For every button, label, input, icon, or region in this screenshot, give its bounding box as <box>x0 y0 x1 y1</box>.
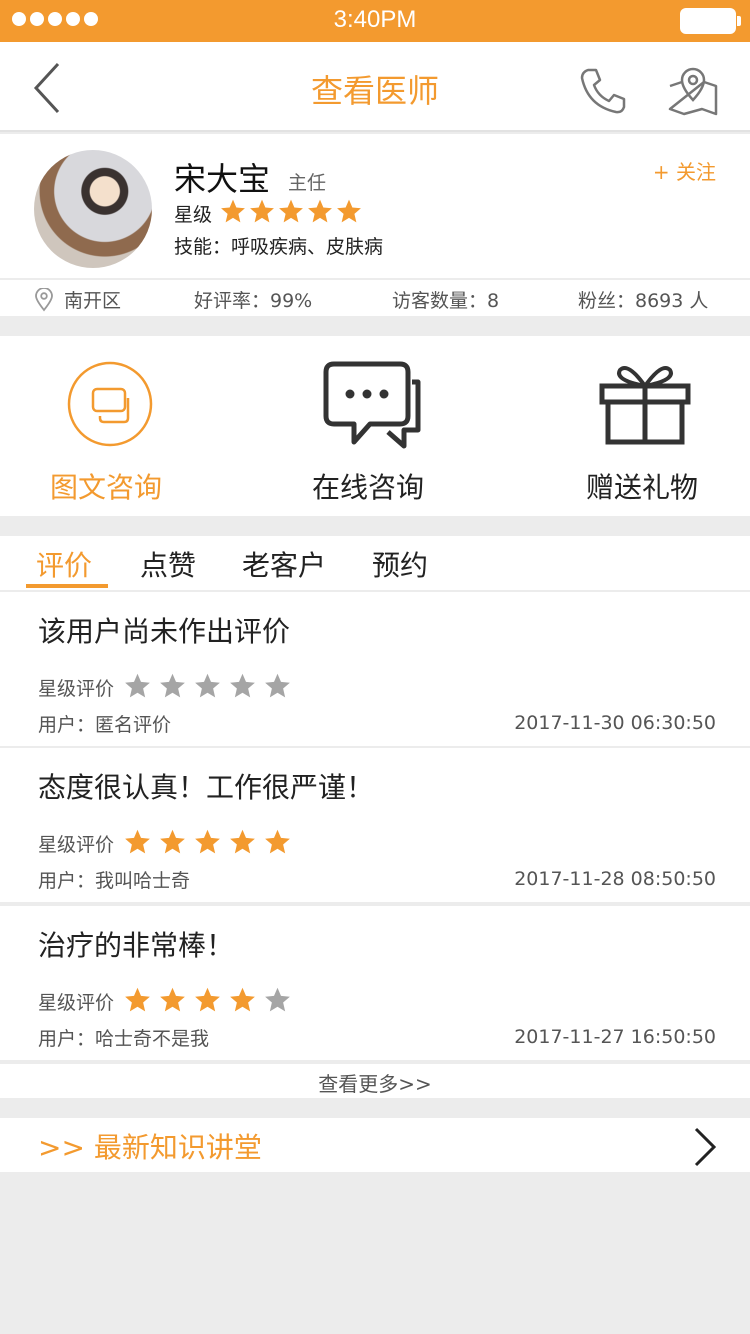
fan-count: 粉丝：8693 人 <box>578 290 709 312</box>
page-title: 查看医师 <box>310 72 439 110</box>
review-rating: 星级评价 <box>38 986 299 1017</box>
doctor-skills: 技能：呼吸疾病、皮肤病 <box>174 236 384 258</box>
battery-icon <box>680 8 741 34</box>
chat-bubble-icon[interactable] <box>322 360 422 452</box>
star-filled-icon <box>160 829 185 854</box>
tab-appointment[interactable]: 预约 <box>372 544 428 584</box>
list-item: 该用户尚未作出评价 星级评价 用户：匿名评价 2017-11-30 06:30:… <box>0 592 750 746</box>
map-pin-icon[interactable] <box>666 64 720 118</box>
review-star-label: 星级评价 <box>38 834 115 856</box>
visitor-count: 访客数量：8 <box>392 290 500 312</box>
status-bar: 3:40PM <box>0 0 750 42</box>
review-date: 2017-11-27 16:50:50 <box>514 1026 716 1048</box>
review-date: 2017-11-28 08:50:50 <box>514 868 716 890</box>
star-filled-icon <box>160 987 185 1012</box>
service-label-online-consult[interactable]: 在线咨询 <box>312 466 424 506</box>
list-item: 治疗的非常棒！ 星级评价 用户：哈士奇不是我 2017-11-27 16:50:… <box>0 906 750 1060</box>
review-rating: 星级评价 <box>38 828 299 859</box>
review-text: 治疗的非常棒！ <box>38 929 235 962</box>
review-tabs: 评价 点赞 老客户 预约 <box>0 536 750 590</box>
nav-bar: 查看医师 <box>0 42 750 132</box>
review-star-group <box>124 672 299 703</box>
service-grid: 图文咨询 在线咨询 赠送礼物 <box>0 336 750 516</box>
star-filled-icon <box>125 829 150 854</box>
status-time: 3:40PM <box>333 6 417 33</box>
star-filled-icon <box>308 199 332 223</box>
star-filled-icon <box>265 829 290 854</box>
star-filled-icon <box>125 987 150 1012</box>
knowledge-lecture-entry[interactable]: >> 最新知识讲堂 <box>0 1118 750 1172</box>
review-star-group <box>124 828 299 859</box>
star-empty-icon <box>195 673 220 698</box>
review-rating: 星级评价 <box>38 672 299 703</box>
doctor-district: 南开区 <box>64 290 122 312</box>
chevron-right-icon <box>694 1127 717 1167</box>
doctor-name: 宋大宝 <box>174 160 271 198</box>
review-star-label: 星级评价 <box>38 992 115 1014</box>
phone-icon[interactable] <box>576 64 630 118</box>
good-rate: 好评率：99% <box>194 290 313 312</box>
tab-reviews[interactable]: 评价 <box>36 544 92 584</box>
star-label: 星级 <box>174 203 213 226</box>
chat-image-icon[interactable] <box>66 360 154 448</box>
review-star-group <box>124 986 299 1017</box>
star-empty-icon <box>265 987 290 1012</box>
active-tab-indicator <box>26 584 108 588</box>
review-text: 该用户尚未作出评价 <box>38 615 291 648</box>
review-star-label: 星级评价 <box>38 678 115 700</box>
tab-old-customers[interactable]: 老客户 <box>242 544 326 584</box>
view-more-link[interactable]: 查看更多>> <box>0 1064 750 1098</box>
review-user: 用户：哈士奇不是我 <box>38 1028 210 1050</box>
avatar <box>34 150 152 268</box>
star-filled-icon <box>195 987 220 1012</box>
star-empty-icon <box>230 673 255 698</box>
star-empty-icon <box>160 673 185 698</box>
follow-button[interactable]: + 关注 <box>653 156 716 185</box>
review-text: 态度很认真！工作很严谨！ <box>38 771 375 804</box>
review-user: 用户：匿名评价 <box>38 714 172 736</box>
star-filled-icon <box>195 829 220 854</box>
star-filled-icon <box>221 199 245 223</box>
review-date: 2017-11-30 06:30:50 <box>514 712 716 734</box>
doctor-star-group <box>220 198 365 228</box>
doctor-title: 主任 <box>288 172 327 194</box>
doctor-profile: 宋大宝 主任 + 关注 星级 技能：呼吸疾病、皮肤病 南开区 好评率：99% 访… <box>0 134 750 316</box>
service-label-send-gift[interactable]: 赠送礼物 <box>586 466 698 506</box>
star-filled-icon <box>230 829 255 854</box>
doctor-rating: 星级 <box>174 198 365 228</box>
star-filled-icon <box>230 987 255 1012</box>
tab-likes[interactable]: 点赞 <box>140 544 196 584</box>
star-empty-icon <box>125 673 150 698</box>
gift-icon[interactable] <box>598 358 692 446</box>
doctor-stats: 南开区 好评率：99% 访客数量：8 粉丝：8693 人 <box>0 278 750 316</box>
star-empty-icon <box>265 673 290 698</box>
review-user: 用户：我叫哈士奇 <box>38 870 191 892</box>
service-label-image-consult[interactable]: 图文咨询 <box>50 466 162 506</box>
list-item: 态度很认真！工作很严谨！ 星级评价 用户：我叫哈士奇 2017-11-28 08… <box>0 748 750 902</box>
star-filled-icon <box>337 199 361 223</box>
lecture-label: >> 最新知识讲堂 <box>38 1131 262 1164</box>
star-filled-icon <box>279 199 303 223</box>
location-pin-icon <box>35 288 53 312</box>
star-filled-icon <box>250 199 274 223</box>
